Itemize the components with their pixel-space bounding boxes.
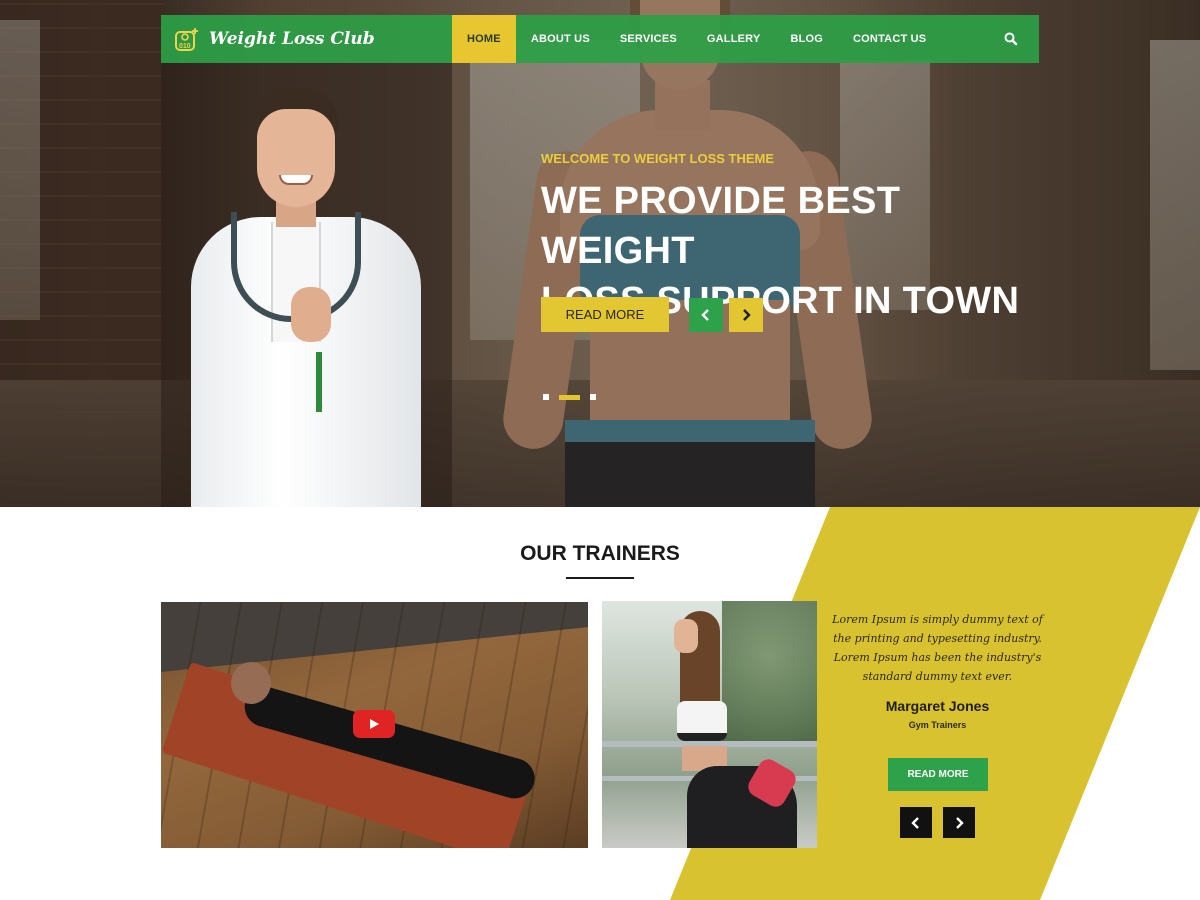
video-play-button[interactable] (353, 710, 395, 738)
trainer-photo (602, 601, 817, 848)
nav-menu: HOME ABOUT US SERVICES GALLERY BLOG CONT… (452, 15, 941, 63)
slider-prev-button[interactable] (689, 298, 723, 332)
site-logo[interactable]: 010 Weight Loss Club (161, 15, 452, 63)
trainer-prev-button[interactable] (900, 807, 932, 838)
nav-item-home[interactable]: HOME (452, 15, 516, 63)
chevron-right-icon (743, 309, 751, 321)
trainer-testimonial: Lorem Ipsum is simply dummy text of the … (830, 610, 1045, 730)
nav-item-blog[interactable]: BLOG (775, 15, 838, 63)
slider-dot-active[interactable] (559, 394, 580, 400)
hero-subtitle: WELCOME TO WEIGHT LOSS THEME (541, 151, 775, 166)
hero-read-more-button[interactable]: READ MORE (541, 297, 669, 332)
hero-title-line: WE PROVIDE BEST WEIGHT (541, 180, 901, 272)
search-icon (1004, 32, 1018, 46)
doctor-panel (161, 62, 452, 507)
scale-icon: 010 (175, 28, 198, 51)
page: WELCOME TO WEIGHT LOSS THEME WE PROVIDE … (0, 0, 1200, 900)
trainer-read-more-button[interactable]: READ MORE (888, 758, 988, 791)
slider-dot[interactable] (590, 394, 596, 400)
chevron-right-icon (956, 816, 964, 829)
slider-dots (543, 394, 596, 400)
trainer-role: Gym Trainers (908, 720, 967, 730)
trainer-name: Margaret Jones (885, 698, 990, 714)
svg-text:010: 010 (179, 43, 191, 50)
doctor-image (181, 87, 441, 507)
section-title: OUR TRAINERS (520, 542, 680, 565)
slider-dot[interactable] (543, 394, 549, 400)
chevron-left-icon (701, 309, 709, 321)
title-underline (566, 577, 634, 579)
play-icon (370, 719, 379, 729)
trainer-next-button[interactable] (943, 807, 975, 838)
testimonial-quote: Lorem Ipsum is simply dummy text of the … (832, 613, 1043, 683)
nav-item-about-us[interactable]: ABOUT US (516, 15, 605, 63)
nav-item-contact-us[interactable]: CONTACT US (838, 15, 941, 63)
nav-item-services[interactable]: SERVICES (605, 15, 692, 63)
chevron-left-icon (911, 816, 919, 829)
nav-item-gallery[interactable]: GALLERY (692, 15, 776, 63)
slider-next-button[interactable] (729, 298, 763, 332)
main-nav: 010 Weight Loss Club HOME ABOUT US SERVI… (161, 15, 1039, 63)
search-button[interactable] (1001, 29, 1021, 49)
hero-section: WELCOME TO WEIGHT LOSS THEME WE PROVIDE … (0, 0, 1200, 507)
site-title: Weight Loss Club (209, 29, 375, 49)
